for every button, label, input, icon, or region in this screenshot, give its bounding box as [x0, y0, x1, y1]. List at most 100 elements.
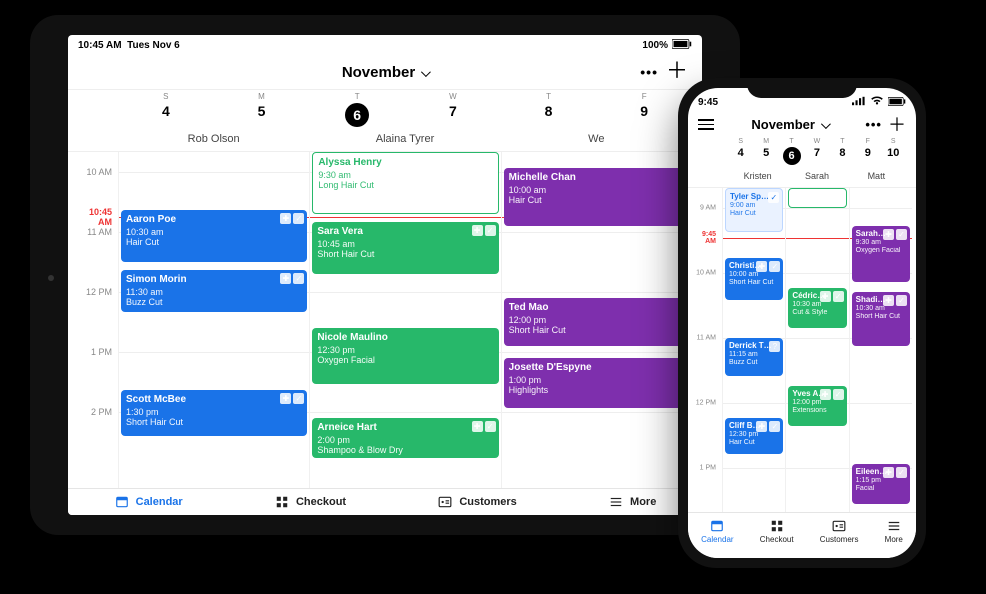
calendar-event[interactable]: ✚✓Aaron Poe10:30 amHair Cut [121, 210, 307, 262]
day-number: 10 [881, 147, 906, 159]
resource-column-header[interactable]: Kristen [728, 171, 787, 181]
menu-button[interactable] [698, 119, 714, 130]
tab-label: Checkout [296, 496, 346, 508]
event-time: 9:30 am [856, 239, 906, 247]
ipad-header: November ••• ＋ [68, 56, 702, 90]
event-time: 12:00 pm [792, 399, 842, 407]
resource-column-header[interactable]: Alaina Tyrer [309, 133, 500, 145]
event-customer-name: Sara Vera [317, 226, 493, 238]
day-column[interactable]: T8 [501, 92, 597, 127]
more-menu-button[interactable]: ••• [865, 117, 882, 132]
tab-checkout[interactable]: Checkout [274, 495, 346, 509]
event-service: Short Hair Cut [317, 249, 493, 259]
battery-icon [888, 97, 906, 109]
iphone-device-frame: 9:45 November ••• ＋ S4M5T6W7T8F9S10 Kris… [678, 78, 926, 568]
event-status-icons: ✚✓ [472, 225, 496, 236]
day-column[interactable]: S4 [118, 92, 214, 127]
event-service: Shampoo & Blow Dry [317, 445, 493, 455]
day-column[interactable]: F9 [855, 138, 880, 165]
event-customer-name: Michelle Chan [509, 172, 685, 184]
day-column[interactable]: T6 [779, 138, 804, 165]
day-column[interactable]: M5 [214, 92, 310, 127]
event-status-icons: ✚✓ [280, 393, 304, 404]
add-event-button[interactable]: ＋ [888, 118, 906, 132]
calendar-event[interactable]: ✓Tyler Sp…9:00 amHair Cut [725, 188, 783, 232]
calendar-event[interactable]: ✚✓Yves A…12:00 pmExtensions [788, 386, 846, 426]
iphone-notch [747, 78, 857, 98]
more-icon [886, 519, 902, 533]
calendar-event[interactable]: ?Derrick T…11:15 amBuzz Cut [725, 338, 783, 376]
calendar-event[interactable]: ✚✓Cliff B…12:30 pmHair Cut [725, 418, 783, 454]
tab-calendar[interactable]: Calendar [701, 519, 733, 544]
add-icon: ✚ [472, 225, 483, 236]
tab-customers[interactable]: Customers [437, 495, 516, 509]
calendar-event[interactable]: ✚✓Sara Vera10:45 amShort Hair Cut [312, 222, 498, 274]
add-icon: ✚ [280, 273, 291, 284]
phone-week-row: S4M5T6W7T8F9S10 [688, 136, 916, 169]
resource-column-header[interactable]: We [501, 133, 692, 145]
day-number: 8 [501, 103, 597, 119]
calendar-event[interactable]: ✚✓Shadi…10:30 amShort Hair Cut [852, 292, 910, 346]
day-of-week-label: F [855, 138, 880, 145]
calendar-event[interactable]: ✚✓Simon Morin11:30 amBuzz Cut [121, 270, 307, 312]
ipad-tabbar: Calendar Checkout Customers More [68, 488, 702, 515]
tab-calendar[interactable]: Calendar [114, 495, 183, 509]
more-menu-button[interactable]: ••• [640, 64, 658, 80]
event-customer-name: Josette D'Espyne [509, 362, 685, 374]
day-number: 5 [214, 103, 310, 119]
calendar-event[interactable]: Nicole Maulino12:30 pmOxygen Facial [312, 328, 498, 384]
day-column[interactable]: S4 [728, 138, 753, 165]
day-column[interactable]: T8 [830, 138, 855, 165]
day-column[interactable]: W7 [405, 92, 501, 127]
day-column[interactable]: M5 [753, 138, 778, 165]
event-customer-name: Arneice Hart [317, 422, 493, 434]
calendar-event[interactable]: ✚✓Sarah…9:30 amOxygen Facial [852, 226, 910, 282]
tab-checkout[interactable]: Checkout [760, 519, 794, 544]
month-picker[interactable]: November [751, 117, 828, 132]
day-number: 6 [345, 103, 369, 127]
calendar-event[interactable]: ✚✓Scott McBee1:30 pmShort Hair Cut [121, 390, 307, 436]
event-service: Oxygen Facial [317, 355, 493, 365]
more-icon [608, 495, 624, 509]
calendar-event[interactable]: Alyssa Henry9:30 amLong Hair Cut [312, 152, 498, 214]
calendar-lane: Michelle Chan10:00 amHair Cut Ted Mao12:0… [501, 152, 692, 488]
calendar-event[interactable] [788, 188, 846, 208]
event-service: Facial [856, 485, 906, 493]
calendar-event[interactable]: Ted Mao12:00 pmShort Hair Cut [504, 298, 690, 346]
hour-label: 2 PM [91, 407, 112, 417]
calendar-event[interactable]: ✚✓Eileen…1:15 pmFacial [852, 464, 910, 504]
calendar-event[interactable]: ✚✓Cédric…10:30 amCut & Style [788, 288, 846, 328]
calendar-event[interactable]: Josette D'Espyne1:00 pmHighlights [504, 358, 690, 408]
event-service: Highlights [509, 385, 685, 395]
event-time: 11:30 am [126, 287, 302, 297]
tab-more[interactable]: More [608, 495, 656, 509]
tab-label: Checkout [760, 535, 794, 544]
day-number: 5 [753, 147, 778, 159]
day-of-week-label: T [830, 138, 855, 145]
event-time: 10:30 am [856, 305, 906, 313]
hour-label: 12 PM [696, 400, 716, 407]
day-of-week-label: M [753, 138, 778, 145]
status-time: 9:45 [698, 97, 718, 108]
resource-column-header[interactable]: Rob Olson [118, 133, 309, 145]
resource-column-header[interactable]: Matt [847, 171, 906, 181]
day-column[interactable]: W7 [804, 138, 829, 165]
day-column[interactable]: S10 [881, 138, 906, 165]
tab-customers[interactable]: Customers [820, 519, 859, 544]
event-time: 2:00 pm [317, 435, 493, 445]
add-event-button[interactable]: ＋ [666, 64, 688, 78]
time-gutter: 10 AM11 AM12 PM1 PM2 PM10:45 AM [78, 152, 118, 488]
event-customer-name: Nicole Maulino [317, 332, 493, 344]
calendar-event[interactable]: Michelle Chan10:00 amHair Cut [504, 168, 690, 226]
month-picker[interactable]: November [342, 64, 428, 81]
resource-column-header[interactable]: Sarah [787, 171, 846, 181]
event-time: 12:30 pm [317, 345, 493, 355]
phone-grid: 9 AM10 AM11 AM12 PM1 PM9:45 AM ✓Tyler Sp… [688, 188, 916, 512]
day-column[interactable]: T6 [309, 92, 405, 127]
ipad-resource-row: Rob OlsonAlaina TyrerWe [68, 131, 702, 152]
tab-more[interactable]: More [885, 519, 903, 544]
calendar-event[interactable]: ✚✓Christi…10:00 amShort Hair Cut [725, 258, 783, 300]
event-customer-name: Scott McBee [126, 394, 302, 406]
calendar-event[interactable]: ✚✓Arneice Hart2:00 pmShampoo & Blow Dry [312, 418, 498, 458]
event-service: Oxygen Facial [856, 247, 906, 255]
